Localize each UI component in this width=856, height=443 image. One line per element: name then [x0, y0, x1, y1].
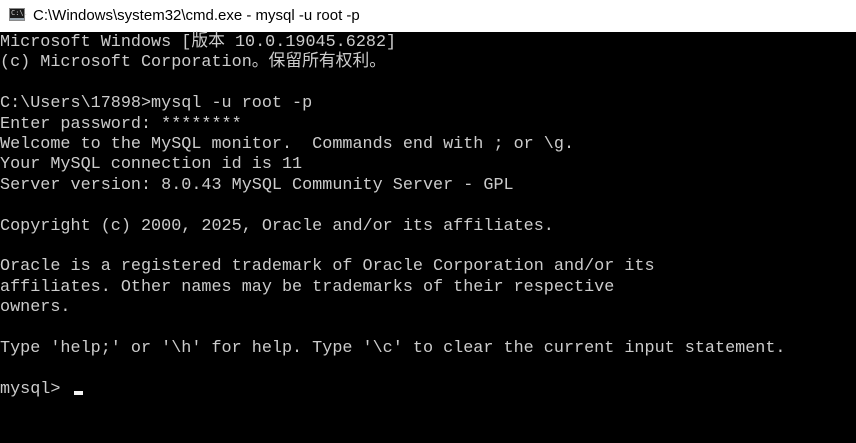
prompt-line[interactable]: mysql>	[0, 380, 856, 400]
console-line: Oracle is a registered trademark of Orac…	[0, 257, 655, 277]
cmd-window: C:\. C:\Windows\system32\cmd.exe - mysql…	[0, 0, 856, 443]
window-title: C:\Windows\system32\cmd.exe - mysql -u r…	[33, 7, 360, 24]
console-line: owners.	[0, 298, 71, 318]
console-prompt-glyph: C:\.	[11, 9, 28, 17]
console-line: Microsoft Windows [版本 10.0.19045.6282]	[0, 33, 397, 52]
console-line: C:\Users\17898>mysql -u root -p	[0, 94, 313, 114]
console-line: Welcome to the MySQL monitor. Commands e…	[0, 134, 575, 154]
console-line: (c) Microsoft Corporation。保留所有权利。	[0, 53, 387, 73]
mysql-prompt: mysql>	[0, 379, 71, 399]
text-cursor[interactable]	[73, 390, 83, 395]
cmd-console-icon[interactable]: C:\.	[9, 8, 28, 21]
console-line: Server version: 8.0.43 MySQL Community S…	[0, 175, 514, 195]
title-bar[interactable]: C:\. C:\Windows\system32\cmd.exe - mysql…	[0, 0, 856, 32]
console-line: Your MySQL connection id is 11	[0, 155, 303, 175]
icon-bar	[10, 18, 24, 20]
console-output[interactable]: Microsoft Windows [版本 10.0.19045.6282] (…	[0, 33, 856, 443]
console-line: Type 'help;' or '\h' for help. Type '\c'…	[0, 338, 786, 358]
console-line: Enter password: ********	[0, 114, 242, 134]
console-line: affiliates. Other names may be trademark…	[0, 277, 615, 297]
console-line: Copyright (c) 2000, 2025, Oracle and/or …	[0, 216, 554, 236]
